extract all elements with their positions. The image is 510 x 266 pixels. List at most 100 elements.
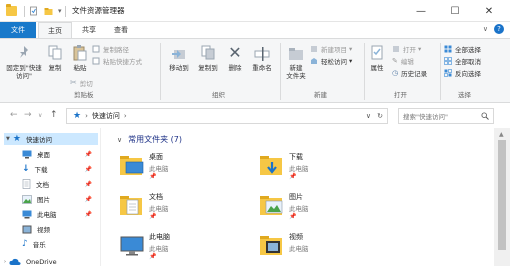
search-box[interactable]: 搜索"快速访问" — [398, 108, 494, 124]
window-title: 文件资源管理器 — [72, 6, 125, 15]
tab-file[interactable]: 文件 — [0, 22, 36, 38]
recent-locations-button[interactable]: ∨ — [38, 112, 42, 119]
quick-access-star-icon: ★ — [73, 111, 82, 121]
paste-shortcut-icon — [92, 57, 100, 64]
address-bar[interactable]: ★ › 快速访问 › ∨ ↻ — [66, 108, 388, 124]
folder-location: 此电脑 — [289, 165, 309, 173]
nav-item-pictures[interactable]: 图片 📌 — [22, 193, 98, 205]
nav-item-music[interactable]: ♪ 音乐 — [22, 238, 98, 250]
explorer-app-icon — [6, 4, 17, 16]
group-divider — [440, 43, 441, 100]
select-none-label: 全部取消 — [455, 57, 481, 66]
forward-button[interactable]: → — [24, 110, 32, 120]
delete-button[interactable]: ✕ 删除 — [224, 44, 246, 73]
tab-share[interactable]: 共享 — [74, 22, 104, 38]
minimize-button[interactable]: — — [404, 0, 438, 22]
new-group-label: 新建 — [314, 91, 327, 99]
new-item-button[interactable]: 新建项目 ▾ — [310, 43, 352, 54]
folder-documents[interactable]: 文档 此电脑 📌 — [119, 192, 249, 228]
ribbon: 固定到"快速访问" 复制 粘贴 复制路径 粘贴快捷方式 ✂ 剪切 剪贴板 移动到… — [0, 38, 510, 103]
folder-videos[interactable]: 视频 此电脑 — [259, 232, 389, 266]
new-folder-label: 新建 文件夹 — [286, 64, 306, 80]
rename-icon — [254, 47, 270, 61]
group-divider — [160, 43, 161, 100]
history-clock-icon: ◷ — [392, 68, 399, 77]
nav-item-label: 此电脑 — [37, 211, 57, 219]
new-folder-button[interactable]: 新建 文件夹 — [284, 44, 308, 80]
folder-desktop[interactable]: 桌面 此电脑 📌 — [119, 152, 249, 188]
copy-button[interactable]: 复制 — [44, 44, 66, 72]
frequent-folders-header[interactable]: ∨ 常用文件夹 (7) — [117, 134, 182, 145]
refresh-button[interactable]: ↻ — [377, 112, 383, 120]
paste-button[interactable]: 粘贴 — [68, 44, 92, 72]
nav-item-this-pc[interactable]: 此电脑 📌 — [22, 208, 98, 220]
nav-item-label: 视频 — [37, 226, 50, 234]
expand-chevron-icon[interactable]: ▼ — [6, 136, 10, 142]
nav-item-documents[interactable]: 文档 📌 — [22, 178, 98, 190]
invert-selection-button[interactable]: 反向选择 — [444, 67, 481, 78]
address-dropdown-icon[interactable]: ∨ — [366, 112, 371, 120]
copy-to-button[interactable]: 复制到 — [194, 44, 222, 72]
maximize-button[interactable]: ☐ — [438, 0, 472, 22]
nav-item-label: 文档 — [36, 181, 49, 189]
easy-access-dropdown-icon: ▾ — [349, 56, 353, 65]
select-none-button[interactable]: 全部取消 — [444, 55, 481, 66]
nav-quick-access[interactable]: ▼ ★ 快速访问 — [4, 133, 98, 145]
folder-this-pc[interactable]: 此电脑 此电脑 📌 — [119, 232, 249, 266]
star-icon: ★ — [12, 134, 21, 144]
copy-icon — [48, 45, 62, 60]
edit-button[interactable]: ✎ 编辑 — [392, 55, 414, 66]
nav-item-videos[interactable]: 视频 — [22, 223, 98, 235]
breadcrumb-chevron-icon[interactable]: › — [124, 112, 127, 120]
path-separator-icon[interactable]: › — [85, 112, 88, 120]
folder-this-pc-icon — [120, 236, 144, 256]
back-button[interactable]: ← — [10, 110, 18, 120]
open-label: 打开 — [403, 45, 416, 54]
select-group-label: 选择 — [458, 91, 471, 99]
videos-icon — [22, 225, 32, 233]
up-button[interactable]: ↑ — [50, 110, 58, 120]
pin-to-quick-access-button[interactable]: 固定到"快速访问" — [4, 44, 44, 80]
tab-home[interactable]: 主页 — [38, 22, 72, 39]
nav-onedrive[interactable]: › OneDrive — [4, 256, 98, 266]
easy-access-button[interactable]: 轻松访问 ▾ — [310, 55, 352, 66]
scroll-up-icon[interactable]: ▲ — [499, 131, 504, 138]
pinned-icon: 📌 — [289, 213, 297, 220]
properties-quick-icon[interactable] — [28, 6, 39, 16]
folder-downloads[interactable]: 下载 此电脑 📌 — [259, 152, 389, 188]
download-arrow-icon: ↓ — [22, 164, 30, 174]
close-button[interactable]: ✕ — [472, 0, 506, 22]
copy-path-button[interactable]: 复制路径 — [92, 43, 129, 54]
move-to-button[interactable]: 移动到 — [164, 44, 194, 72]
open-button[interactable]: 打开 ▾ — [392, 43, 421, 54]
nav-item-downloads[interactable]: ↓ 下载 📌 — [22, 163, 98, 175]
paste-shortcut-button[interactable]: 粘贴快捷方式 — [92, 55, 142, 66]
computer-icon — [22, 210, 32, 218]
customize-toolbar-dropdown-icon[interactable]: ▾ — [58, 7, 62, 15]
rename-button[interactable]: 重命名 — [248, 44, 276, 72]
easy-access-label: 轻松访问 — [321, 57, 347, 66]
ribbon-collapse-icon[interactable]: ∨ — [483, 25, 488, 33]
tab-view[interactable]: 查看 — [106, 22, 136, 38]
folder-documents-icon — [120, 196, 142, 215]
section-collapse-icon[interactable]: ∨ — [117, 136, 122, 144]
collapse-chevron-icon[interactable]: › — [4, 259, 6, 265]
folder-pictures[interactable]: 图片 此电脑 📌 — [259, 192, 389, 228]
section-title: 常用文件夹 (7) — [128, 135, 182, 144]
help-icon[interactable]: ? — [494, 24, 504, 34]
vertical-scrollbar[interactable]: ▲ — [494, 128, 510, 266]
folder-location: 此电脑 — [149, 165, 169, 173]
properties-button[interactable]: 属性 — [366, 44, 388, 72]
cut-button[interactable]: ✂ 剪切 — [70, 77, 93, 88]
invert-selection-label: 反向选择 — [455, 69, 481, 78]
nav-item-desktop[interactable]: 桌面 📌 — [22, 148, 98, 160]
paste-shortcut-label: 粘贴快捷方式 — [103, 57, 142, 66]
history-button[interactable]: ◷ 历史记录 — [392, 67, 427, 78]
select-all-button[interactable]: 全部选择 — [444, 43, 481, 54]
copy-path-icon — [92, 45, 100, 52]
new-folder-quick-icon[interactable] — [43, 6, 54, 16]
nav-quick-access-label: 快速访问 — [25, 136, 52, 144]
breadcrumb-quick-access[interactable]: 快速访问 — [92, 111, 120, 121]
title-bar: ▾ 文件资源管理器 — ☐ ✕ — [0, 0, 510, 22]
scrollbar-thumb[interactable] — [498, 140, 506, 250]
